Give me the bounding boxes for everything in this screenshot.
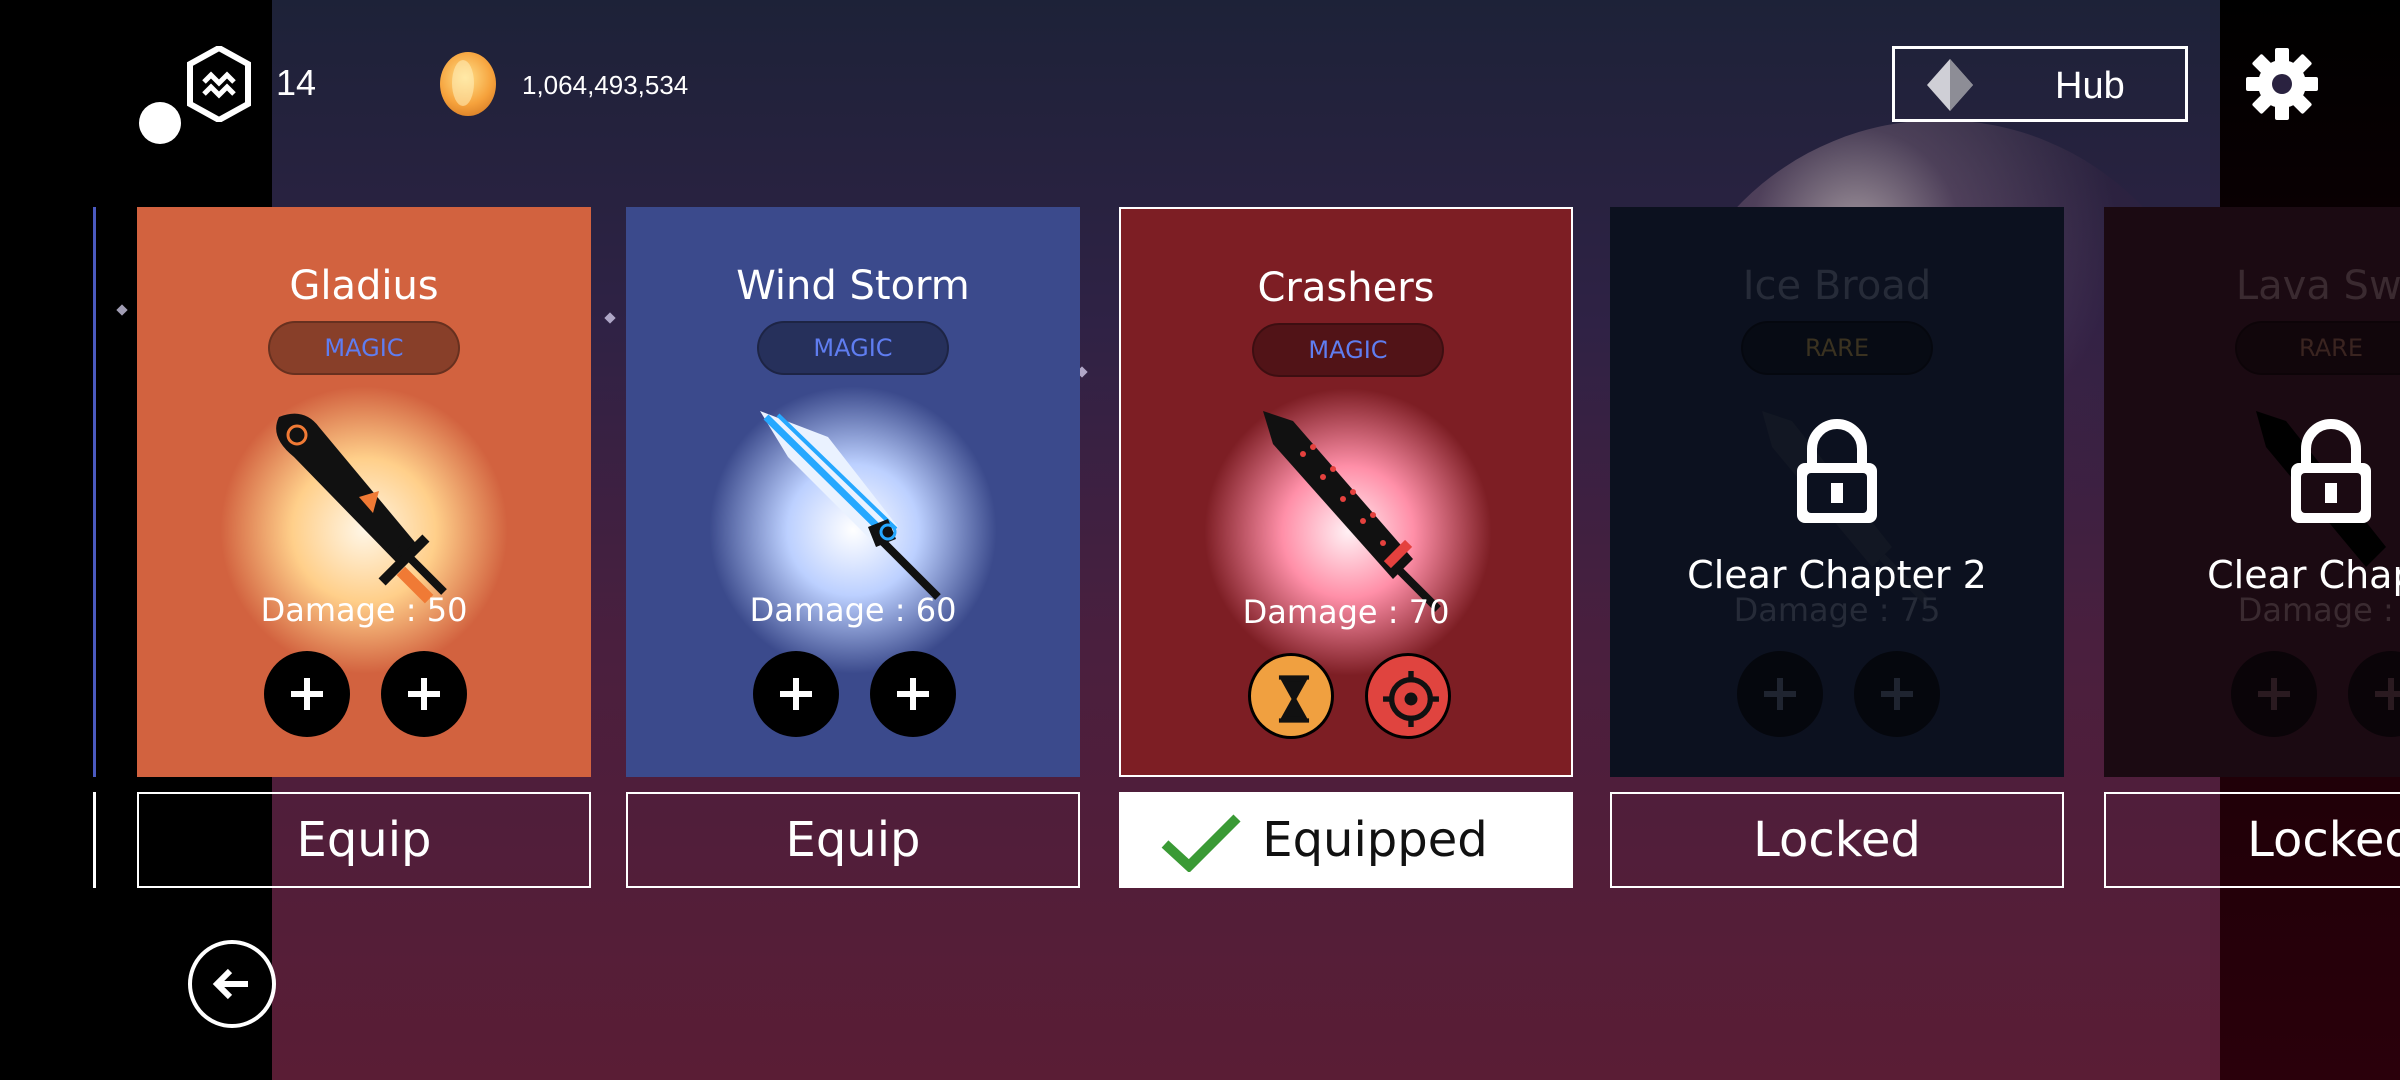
gem-count: 14: [276, 62, 317, 103]
rarity-badge: MAGIC: [268, 321, 460, 375]
lock-icon: [2291, 419, 2371, 523]
weapon-card-crashers[interactable]: Crashers MAGIC Damage : 70: [1119, 207, 1573, 777]
unlock-requirement: Clear Chapter 2: [1687, 553, 1987, 597]
add-perk-slot-button: [1737, 651, 1823, 737]
hourglass-perk-icon: [1278, 675, 1310, 723]
notification-dot: [139, 102, 181, 144]
add-perk-slot-button: [1854, 651, 1940, 737]
rarity-badge: RARE: [2235, 321, 2400, 375]
weapon-card-gladius[interactable]: Gladius MAGIC Damage : 50: [137, 207, 591, 777]
plus-icon: [897, 678, 929, 710]
coin-icon: [440, 52, 496, 116]
previous-card-edge: [93, 207, 96, 777]
plus-icon: [291, 678, 323, 710]
damage-stat: Damage : 60: [749, 591, 957, 629]
hub-label: Hub: [2055, 65, 2125, 107]
plus-icon: [1764, 678, 1796, 710]
add-perk-slot-button[interactable]: [264, 651, 350, 737]
damage-stat: Damage : 50: [260, 591, 468, 629]
plus-icon: [780, 678, 812, 710]
weapon-name: Gladius: [289, 263, 439, 309]
arrow-left-icon: [212, 968, 248, 1000]
add-perk-slot-button[interactable]: [753, 651, 839, 737]
add-perk-slot-button: [2231, 651, 2317, 737]
hub-diamond-icon: [1927, 59, 1973, 111]
weapon-card-wind-storm[interactable]: Wind Storm MAGIC Damage : 60: [626, 207, 1080, 777]
plus-icon: [1881, 678, 1913, 710]
weapon-name: Crashers: [1257, 265, 1435, 311]
equipped-button[interactable]: Equipped: [1119, 792, 1573, 888]
plus-icon: [408, 678, 440, 710]
gear-icon[interactable]: [2244, 46, 2320, 122]
plus-icon: [2375, 678, 2400, 710]
sparkle: [604, 312, 616, 324]
weapon-name: Lava Swo: [2235, 263, 2400, 309]
equip-button[interactable]: Equip: [626, 792, 1080, 888]
back-button[interactable]: [188, 940, 276, 1028]
weapon-name: Ice Broad: [1742, 263, 1932, 309]
gem-badge-icon: [187, 46, 251, 122]
weapon-card-lava-sword[interactable]: Lava Swo RARE Damage : 8 Clear Chapte: [2104, 207, 2400, 777]
weapon-select-screen: 14 1,064,493,534 Hub Gladius MAGIC Damag…: [0, 0, 2400, 1080]
add-perk-slot-button[interactable]: [381, 651, 467, 737]
unlock-requirement: Clear Chapte: [2207, 553, 2400, 597]
plus-icon: [2258, 678, 2290, 710]
previous-card-button-edge: [93, 792, 96, 888]
add-perk-slot-button: [2348, 651, 2400, 737]
rarity-badge: RARE: [1741, 321, 1933, 375]
weapon-name: Wind Storm: [736, 263, 970, 309]
add-perk-slot-button[interactable]: [870, 651, 956, 737]
rarity-badge: MAGIC: [1252, 323, 1444, 377]
locked-button[interactable]: Locked: [1610, 792, 2064, 888]
damage-stat: Damage : 70: [1242, 593, 1450, 631]
rarity-badge: MAGIC: [757, 321, 949, 375]
coin-count: 1,064,493,534: [522, 70, 689, 100]
equip-button[interactable]: Equip: [137, 792, 591, 888]
weapon-card-ice-broad[interactable]: Ice Broad RARE Damage : 75 Clear Chapter…: [1610, 207, 2064, 777]
target-perk-icon: [1383, 671, 1439, 727]
locked-button[interactable]: Locked: [2104, 792, 2400, 888]
lock-icon: [1797, 419, 1877, 523]
equipped-label: Equipped: [1262, 812, 1488, 868]
target-perk-button[interactable]: [1365, 653, 1451, 739]
check-icon: [1161, 814, 1241, 872]
hourglass-perk-button[interactable]: [1248, 653, 1334, 739]
hub-button[interactable]: Hub: [1892, 46, 2188, 122]
